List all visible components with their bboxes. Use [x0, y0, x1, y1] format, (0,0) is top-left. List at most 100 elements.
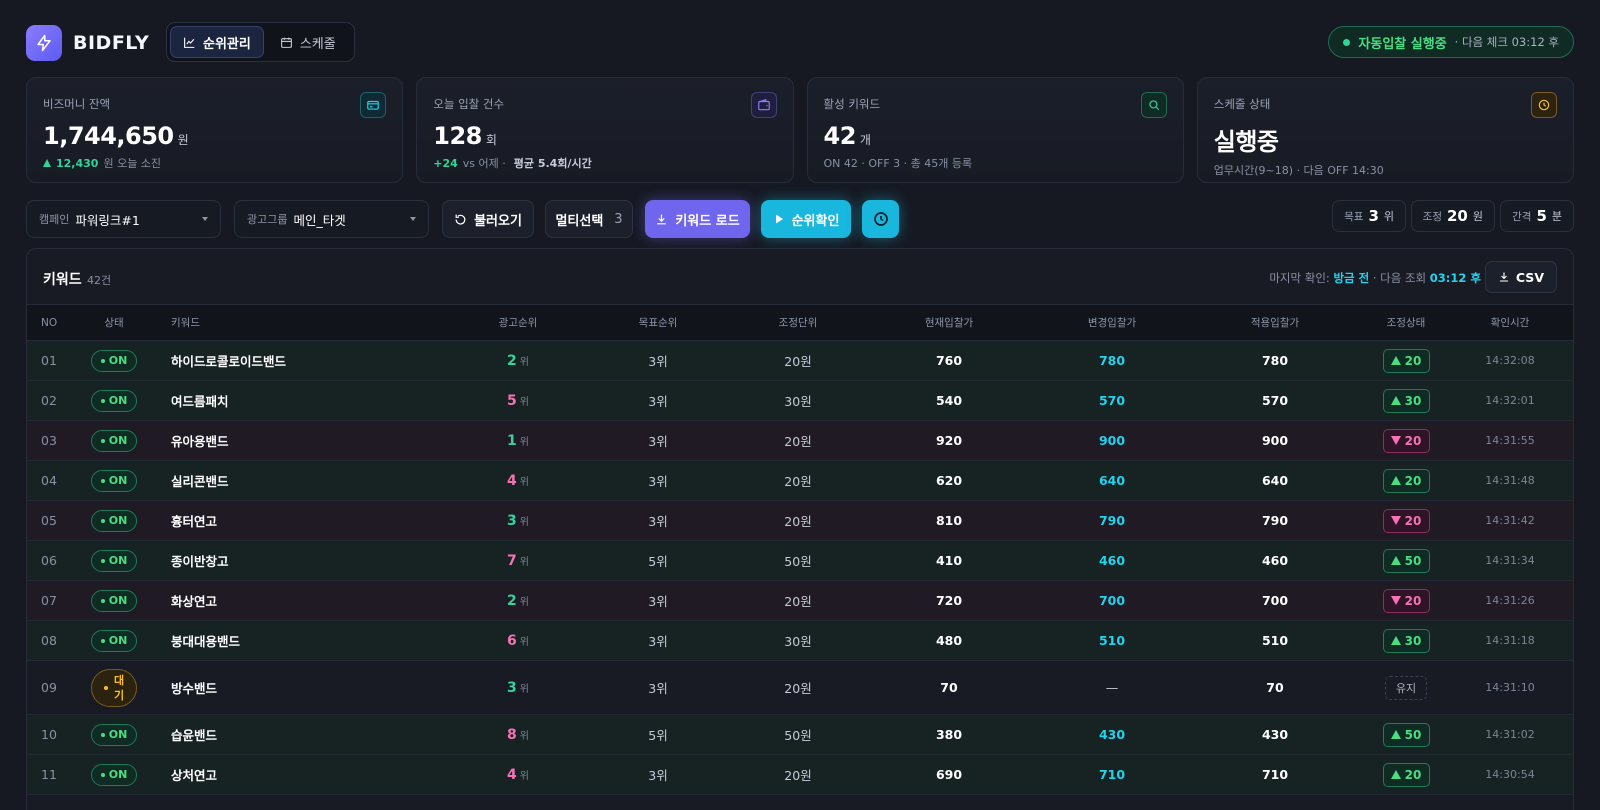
col-target-rank[interactable]: 목표순위 — [579, 315, 737, 330]
row-no: 11 — [41, 767, 57, 782]
status-badge-on[interactable]: ON — [91, 389, 137, 412]
status-badge-on[interactable]: ON — [91, 629, 137, 652]
active-keywords-value: 42 — [823, 122, 857, 150]
keyword-load-button[interactable]: 키워드 로드 — [645, 200, 750, 238]
bid-count-unit: 회 — [485, 133, 497, 147]
keyword-text[interactable]: 붕대대용밴드 — [157, 631, 457, 650]
bolt-icon[interactable] — [26, 25, 62, 61]
status-badge-on[interactable]: ON — [91, 349, 137, 372]
status-badge-on[interactable]: ON — [91, 763, 137, 786]
table-row[interactable]: 01 ON 하이드로콜로이드밴드 2 위 3위 20원 760 780 780 20 14:32:08 — [27, 341, 1573, 381]
status-text-1: 대 — [113, 673, 125, 687]
chip-interval[interactable]: 간격 5 분 — [1500, 200, 1574, 232]
multi-select-button[interactable]: 멀티선택 3 — [545, 200, 633, 238]
table-row[interactable]: 07 ON 화상연고 2 위 3위 20원 720 700 700 20 14:31:26 — [27, 581, 1573, 621]
schedule-timer-button[interactable] — [862, 200, 899, 238]
adjust-badge-up: 20 — [1382, 348, 1430, 373]
status-text: ON — [108, 434, 128, 447]
ad-rank: 2 — [507, 592, 517, 609]
adgroup-select[interactable]: 광고그룹 메인_타겟 — [234, 200, 429, 238]
last-check-value: 방금 전 — [1333, 271, 1370, 285]
target-rank: 3위 — [648, 594, 668, 609]
status-badge-on[interactable]: ON — [91, 509, 137, 532]
schedule-status-detail: 업무시간(9~18) · 다음 OFF 14:30 — [1213, 164, 1384, 177]
table-row[interactable]: 05 ON 흉터연고 3 위 3위 20원 810 790 790 20 14:31:42 — [27, 501, 1573, 541]
current-bid: 920 — [935, 433, 963, 448]
col-applied-bid[interactable]: 적용입찰가 — [1185, 315, 1365, 330]
tab-rank-management[interactable]: 순위관리 — [170, 26, 264, 58]
multi-select-count: 3 — [614, 211, 623, 227]
table-row[interactable]: 03 ON 유아용밴드 1 위 3위 20원 920 900 900 20 14:31:55 — [27, 421, 1573, 461]
keyword-text[interactable]: 여드름패치 — [157, 391, 457, 410]
card-active-keywords: 활성 키워드 42 개 ON 42 · OFF 3 · 총 45개 등록 — [806, 77, 1184, 183]
adjust-badge-up: 20 — [1382, 762, 1430, 787]
rank-unit: 위 — [519, 516, 529, 528]
keyword-text[interactable]: 종이반창고 — [157, 551, 457, 570]
table-row[interactable]: 08 ON 붕대대용밴드 6 위 3위 30원 480 510 510 30 14:31:18 — [27, 621, 1573, 661]
current-bid: 410 — [935, 553, 963, 568]
table-row[interactable]: 10 ON 습윤밴드 8 위 5위 50원 380 430 430 50 14:31:02 — [27, 715, 1573, 755]
last-check-prefix: 마지막 확인: — [1269, 271, 1330, 285]
adjust-value: 20 — [1404, 353, 1422, 368]
next-check-prefix: · 다음 조회 — [1372, 271, 1427, 285]
table-row[interactable]: 02 ON 여드름패치 5 위 3위 30원 540 570 570 30 14:32:01 — [27, 381, 1573, 421]
col-keyword[interactable]: 키워드 — [157, 315, 457, 330]
keyword-text[interactable]: 습윤밴드 — [157, 725, 457, 744]
col-changed-bid[interactable]: 변경입찰가 — [1039, 315, 1185, 330]
table-row[interactable]: 11 ON 상처연고 4 위 3위 20원 690 710 710 20 14:30:54 — [27, 755, 1573, 795]
keyword-text[interactable]: 화상연고 — [157, 591, 457, 610]
target-rank: 3위 — [648, 354, 668, 369]
changed-bid: 510 — [1098, 633, 1126, 648]
col-adjust-status[interactable]: 조정상태 — [1365, 315, 1447, 330]
chip-adjust-unit[interactable]: 조정 20 원 — [1410, 200, 1495, 232]
bizmoney-unit: 원 — [177, 133, 189, 147]
changed-bid: 430 — [1098, 727, 1126, 742]
campaign-select[interactable]: 캠페인 파워링크#1 — [26, 200, 221, 238]
col-current-bid[interactable]: 현재입찰가 — [859, 315, 1039, 330]
rank-unit: 위 — [519, 356, 529, 368]
chip-target-rank[interactable]: 목표 3 위 — [1332, 200, 1406, 232]
ad-rank: 2 — [507, 352, 517, 369]
load-button[interactable]: 불러오기 — [442, 200, 534, 238]
ad-rank: 3 — [507, 512, 517, 529]
keyword-text[interactable]: 실리콘밴드 — [157, 471, 457, 490]
load-label: 불러오기 — [474, 213, 522, 229]
chip-unit: 분 — [1551, 210, 1562, 223]
status-badge-on[interactable]: ON — [91, 723, 137, 746]
table-row[interactable]: 04 ON 실리콘밴드 4 위 3위 20원 620 640 640 20 14:31:48 — [27, 461, 1573, 501]
applied-bid: 70 — [1266, 680, 1284, 695]
keyword-text[interactable]: 방수밴드 — [157, 678, 457, 697]
adjust-value: 20 — [1404, 593, 1422, 608]
stat-cards: 비즈머니 잔액 1,744,650 원 12,430 원 오늘 소진 오늘 입찰… — [26, 77, 1574, 183]
keyword-text[interactable]: 유아용밴드 — [157, 431, 457, 450]
auto-bid-status[interactable]: 자동입찰 실행중 · 다음 체크 03:12 후 — [1328, 26, 1574, 58]
table-row[interactable]: 06 ON 종이반창고 7 위 5위 50원 410 460 460 50 14:31:34 — [27, 541, 1573, 581]
col-ad-rank[interactable]: 광고순위 — [457, 315, 579, 330]
clock-icon — [1531, 92, 1557, 118]
col-check-time[interactable]: 확인시간 — [1447, 315, 1573, 330]
keyword-text[interactable]: 흉터연고 — [157, 511, 457, 530]
tab-schedule[interactable]: 스케줄 — [268, 26, 348, 58]
csv-export-button[interactable]: CSV — [1484, 261, 1557, 293]
col-adjust-unit[interactable]: 조정단위 — [737, 315, 859, 330]
status-text: ON — [108, 594, 128, 607]
col-no[interactable]: NO — [27, 317, 71, 329]
status-badge-waiting[interactable]: 대기 — [91, 668, 137, 707]
status-badge-on[interactable]: ON — [91, 429, 137, 452]
campaign-label: 캠페인 — [39, 213, 70, 226]
chevron-down-icon — [202, 217, 208, 221]
col-state[interactable]: 상태 — [71, 315, 157, 330]
table-row[interactable]: 09 대 기 방수밴드 3 위 3위 20원 70 — 70 유지 14:31:10 — [27, 661, 1573, 715]
table-title: 키워드 — [43, 272, 82, 288]
row-no: 07 — [41, 593, 57, 608]
rank-check-button[interactable]: 순위확인 — [761, 200, 851, 238]
keyword-text[interactable]: 하이드로콜로이드밴드 — [157, 351, 457, 370]
keyword-text[interactable]: 상처연고 — [157, 765, 457, 784]
arrow-up-icon — [1390, 396, 1401, 405]
status-badge-on[interactable]: ON — [91, 469, 137, 492]
status-text: ON — [108, 474, 128, 487]
ad-rank: 8 — [507, 726, 517, 743]
chip-value: 3 — [1368, 207, 1379, 225]
status-badge-on[interactable]: ON — [91, 549, 137, 572]
status-badge-on[interactable]: ON — [91, 589, 137, 612]
